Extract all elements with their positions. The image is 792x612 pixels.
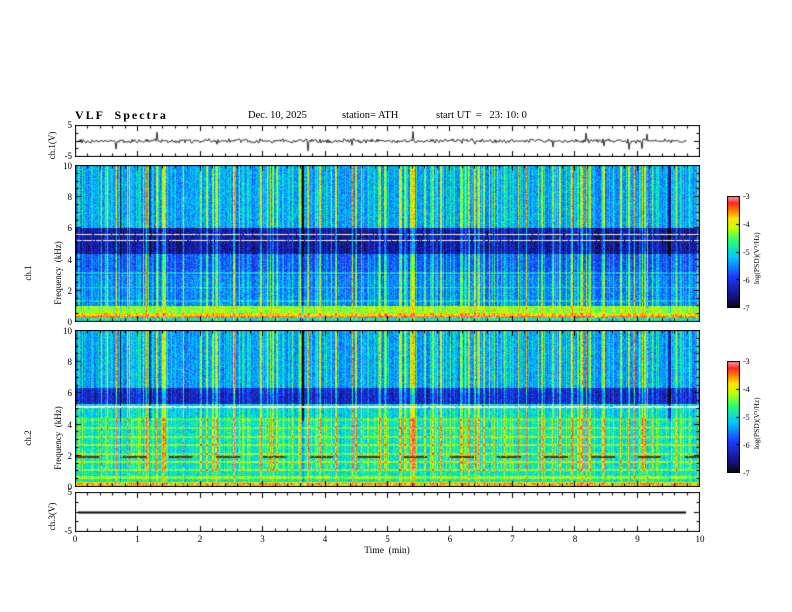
vlf-spectra-figure: VLF Spectra Dec. 10, 2025 station= ATH s… [0, 0, 792, 612]
colorbar1-tick-label: -4 [743, 219, 750, 229]
colorbar1-tick-label: -5 [743, 247, 750, 257]
colorbar2-tick-label: -5 [743, 412, 750, 422]
colorbar1-tick-label: -6 [743, 275, 750, 285]
colorbar2-tick-label: -3 [743, 356, 750, 366]
freq-tick-label: 10 [63, 326, 72, 336]
freq-tick-label: 8 [67, 192, 73, 203]
x-tick-label: 2 [197, 534, 203, 544]
x-tick-label: 6 [447, 534, 453, 544]
freq-tick-label: 2 [67, 450, 73, 461]
freq-tick-label: 10 [63, 161, 72, 171]
figure-station: station= ATH [342, 110, 399, 121]
x-tick-label: 3 [260, 534, 265, 544]
figure-start-ut: start UT = 23: 10: 0 [436, 110, 527, 121]
time-axis-label: Time (min) [364, 546, 410, 556]
ch3-wave-ymax-label: 5 [67, 487, 73, 497]
colorbar1-tick-label: -3 [743, 191, 750, 201]
ch1-colorbar [727, 196, 740, 308]
x-tick-label: 10 [695, 534, 705, 544]
ch1-spectrogram-plot [75, 165, 700, 322]
freq-tick-label: 4 [67, 254, 73, 265]
x-tick-label: 9 [635, 534, 640, 544]
ch3-wave-ymin-label: -5 [64, 526, 73, 536]
ch1-wave-ymin-label: -5 [64, 151, 73, 161]
colorbar2-tick-label: -4 [743, 384, 750, 394]
colorbar2-tick-label: -6 [743, 440, 750, 450]
figure-date: Dec. 10, 2025 [248, 110, 307, 121]
freq-tick-label: 4 [67, 419, 73, 430]
figure-title: VLF Spectra [75, 108, 168, 122]
freq-tick-label: 2 [67, 285, 73, 296]
ch1-waveform-plot [75, 125, 700, 157]
colorbar2-tick-label: -7 [743, 468, 750, 478]
x-tick-label: 5 [385, 534, 390, 544]
freq-tick-label: 8 [67, 357, 73, 368]
freq-tick-label: 6 [67, 388, 73, 399]
x-tick-label: 8 [572, 534, 578, 544]
x-tick-label: 7 [510, 534, 515, 544]
ch1-wave-ymax-label: 5 [67, 120, 73, 130]
ch2-colorbar [727, 361, 740, 473]
x-tick-label: 4 [322, 534, 328, 544]
ch3-waveform-plot [75, 492, 700, 532]
ch2-spectrogram-plot [75, 330, 700, 487]
x-tick-label: 1 [135, 534, 140, 544]
freq-tick-label: 6 [67, 223, 73, 234]
colorbar1-tick-label: -7 [743, 303, 750, 313]
